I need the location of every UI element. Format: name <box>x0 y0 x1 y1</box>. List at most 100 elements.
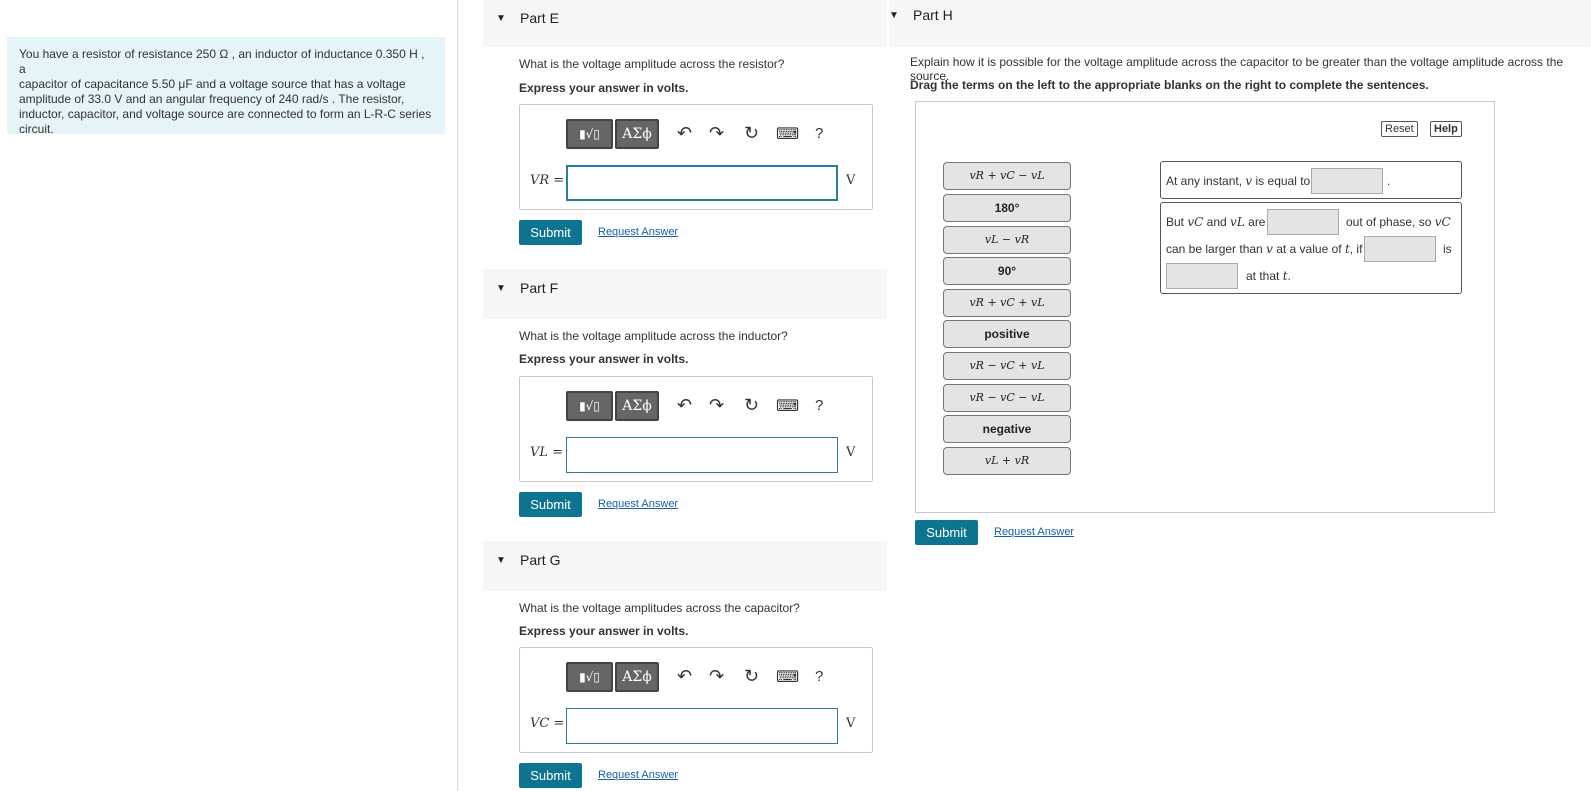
draggable-term[interactable]: vR + vC − vL <box>943 162 1071 190</box>
sentence-box-2: But vC and vL are out of phase, so vC ca… <box>1160 202 1462 294</box>
collapse-triangle-icon[interactable]: ▼ <box>496 13 506 24</box>
part-h-instruction: Drag the terms on the left to the approp… <box>910 78 1429 92</box>
templates-button[interactable]: ▮√▯ <box>566 391 613 421</box>
math-symbol: vL <box>1230 215 1245 229</box>
drop-target-blank[interactable] <box>1166 263 1238 289</box>
greek-symbols-button[interactable]: ΑΣϕ <box>615 119 659 149</box>
variable-label: VL = <box>530 445 564 460</box>
part-f-title: Part F <box>520 280 559 296</box>
sentence-fragment: , if <box>1349 242 1363 256</box>
templates-button[interactable]: ▮√▯ <box>566 662 613 692</box>
part-f-question: What is the voltage amplitude across the… <box>519 329 788 343</box>
help-icon[interactable]: ? <box>815 125 823 142</box>
drop-target-blank[interactable] <box>1364 236 1436 262</box>
sentence-fragment: At any instant, <box>1166 174 1243 188</box>
part-e-title: Part E <box>520 10 559 26</box>
draggable-term[interactable]: negative <box>943 415 1071 443</box>
math-symbol: vC <box>1434 215 1451 229</box>
answer-input[interactable] <box>566 165 838 201</box>
submit-button[interactable]: Submit <box>519 220 582 245</box>
part-e-header[interactable]: ▼ Part E <box>483 0 887 47</box>
sentence-fragment: But <box>1166 215 1185 229</box>
part-g-question: What is the voltage amplitudes across th… <box>519 601 800 615</box>
help-icon[interactable]: ? <box>815 397 823 414</box>
redo-icon[interactable]: ↷ <box>709 123 724 144</box>
collapse-triangle-icon[interactable]: ▼ <box>496 555 506 566</box>
undo-icon[interactable]: ↶ <box>677 666 692 687</box>
sentence-fragment: out of phase, so <box>1346 215 1432 229</box>
templates-button[interactable]: ▮√▯ <box>566 119 613 149</box>
reset-button[interactable]: Reset <box>1381 121 1418 137</box>
sentence-box-1: At any instant, v is equal to . <box>1160 161 1462 199</box>
draggable-term[interactable]: vR + vC + vL <box>943 289 1071 317</box>
sentence-fragment: can be larger than <box>1166 242 1263 256</box>
draggable-term[interactable]: vL + vR <box>943 447 1071 475</box>
submit-button[interactable]: Submit <box>915 520 978 545</box>
reset-icon[interactable]: ↻ <box>744 123 759 144</box>
part-g-header[interactable]: ▼ Part G <box>483 541 887 591</box>
unit-label: V <box>846 173 856 188</box>
answer-input[interactable] <box>566 437 838 473</box>
sentence-fragment: and <box>1206 215 1227 229</box>
greek-symbols-button[interactable]: ΑΣϕ <box>615 391 659 421</box>
answer-input[interactable] <box>566 708 838 744</box>
submit-button[interactable]: Submit <box>519 492 582 517</box>
keyboard-icon[interactable]: ⌨ <box>776 667 799 687</box>
part-e-question: What is the voltage amplitude across the… <box>519 57 785 71</box>
part-g-title: Part G <box>520 552 561 568</box>
draggable-term[interactable]: vR − vC − vL <box>943 384 1071 412</box>
sentence-period: . <box>1387 174 1391 188</box>
sentence-text: At any instant, v is equal to <box>1166 174 1310 188</box>
sentence-period: . <box>1287 269 1291 283</box>
draggable-term[interactable]: 90° <box>943 257 1071 285</box>
sentence-fragment: at that <box>1246 269 1280 283</box>
reset-icon[interactable]: ↻ <box>744 666 759 687</box>
sentence-fragment: at a value of <box>1276 242 1342 256</box>
sentence-text: out of phase, so vC <box>1346 215 1451 229</box>
redo-icon[interactable]: ↷ <box>709 666 724 687</box>
collapse-triangle-icon[interactable]: ▼ <box>889 10 899 21</box>
draggable-term[interactable]: positive <box>943 320 1071 348</box>
undo-icon[interactable]: ↶ <box>677 395 692 416</box>
variable-label: VR = <box>530 173 565 188</box>
keyboard-icon[interactable]: ⌨ <box>776 124 799 144</box>
math-symbol: v <box>1245 174 1253 188</box>
sentence-fragment: is <box>1443 242 1452 256</box>
unit-label: V <box>846 716 856 731</box>
math-symbol: v <box>1266 242 1273 256</box>
part-g-instruction: Express your answer in volts. <box>519 624 689 638</box>
redo-icon[interactable]: ↷ <box>709 395 724 416</box>
request-answer-link[interactable]: Request Answer <box>598 769 678 781</box>
help-icon[interactable]: ? <box>815 668 823 685</box>
drop-target-blank[interactable] <box>1267 209 1339 235</box>
request-answer-link[interactable]: Request Answer <box>598 226 678 238</box>
request-answer-link[interactable]: Request Answer <box>994 526 1074 538</box>
problem-line: circuit. <box>19 122 54 136</box>
request-answer-link[interactable]: Request Answer <box>598 498 678 510</box>
math-toolbar: ▮√▯ ΑΣϕ ↶ ↷ ↻ ⌨ ? <box>566 662 836 692</box>
math-toolbar: ▮√▯ ΑΣϕ ↶ ↷ ↻ ⌨ ? <box>566 119 836 149</box>
undo-icon[interactable]: ↶ <box>677 123 692 144</box>
reset-icon[interactable]: ↻ <box>744 395 759 416</box>
part-f-header[interactable]: ▼ Part F <box>483 269 887 319</box>
help-button[interactable]: Help <box>1430 121 1462 137</box>
draggable-term[interactable]: vL − vR <box>943 226 1071 254</box>
greek-symbols-button[interactable]: ΑΣϕ <box>615 662 659 692</box>
problem-line: amplitude of 33.0 V and an angular frequ… <box>19 92 405 106</box>
drag-drop-area: Reset Help vR + vC − vL 180° vL − vR 90°… <box>915 101 1495 513</box>
unit-label: V <box>846 445 856 460</box>
part-f-answer-box: ▮√▯ ΑΣϕ ↶ ↷ ↻ ⌨ ? VL = V <box>519 376 873 482</box>
part-h-header[interactable]: ▼ Part H <box>889 0 1591 47</box>
collapse-triangle-icon[interactable]: ▼ <box>496 283 506 294</box>
math-symbol: vC <box>1187 215 1204 229</box>
part-f-instruction: Express your answer in volts. <box>519 352 689 366</box>
math-toolbar: ▮√▯ ΑΣϕ ↶ ↷ ↻ ⌨ ? <box>566 391 836 421</box>
drop-target-blank[interactable] <box>1311 168 1383 194</box>
part-e-instruction: Express your answer in volts. <box>519 81 689 95</box>
submit-button[interactable]: Submit <box>519 763 582 788</box>
problem-line: capacitor of capacitance 5.50 μF and a v… <box>19 77 406 91</box>
keyboard-icon[interactable]: ⌨ <box>776 396 799 416</box>
problem-line: inductor, capacitor, and voltage source … <box>19 107 432 121</box>
draggable-term[interactable]: vR − vC + vL <box>943 352 1071 380</box>
draggable-term[interactable]: 180° <box>943 194 1071 222</box>
